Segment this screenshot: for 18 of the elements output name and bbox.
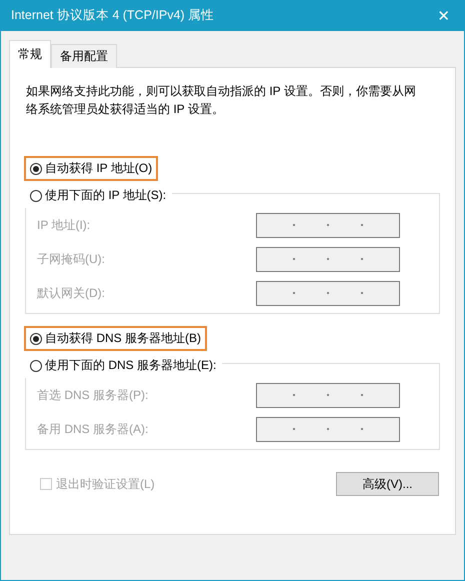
radio-label[interactable]: 自动获得 IP 地址(O): [45, 160, 152, 177]
tab[interactable]: 备用配置: [51, 44, 117, 68]
field-label: IP 地址(I):: [36, 216, 90, 234]
radio-label[interactable]: 使用下面的 DNS 服务器地址(E):: [45, 357, 216, 374]
field-label: 首选 DNS 服务器(P):: [36, 386, 148, 404]
radio-label[interactable]: 使用下面的 IP 地址(S):: [45, 187, 166, 204]
radio-button[interactable]: [30, 332, 42, 344]
radio-button[interactable]: [30, 190, 42, 202]
field-label: 备用 DNS 服务器(A):: [36, 420, 148, 438]
tab[interactable]: 常规: [9, 40, 51, 68]
description-text: 如果网络支持此功能，则可以获取自动指派的 IP 设置。否则，你需要从网络系统管理员处获得适当的 IP 设置。: [25, 83, 417, 118]
advanced-button[interactable]: 高级(V)...: [336, 472, 439, 496]
field-label: 默认网关(D):: [36, 284, 105, 302]
window-title: Internet 协议版本 4 (TCP/IPv4) 属性: [11, 7, 214, 24]
radio-button[interactable]: [30, 162, 42, 174]
radio-button[interactable]: [30, 360, 42, 372]
field-label: 子网掩码(U):: [36, 250, 105, 268]
radio-label[interactable]: 自动获得 DNS 服务器地址(B): [45, 330, 201, 347]
